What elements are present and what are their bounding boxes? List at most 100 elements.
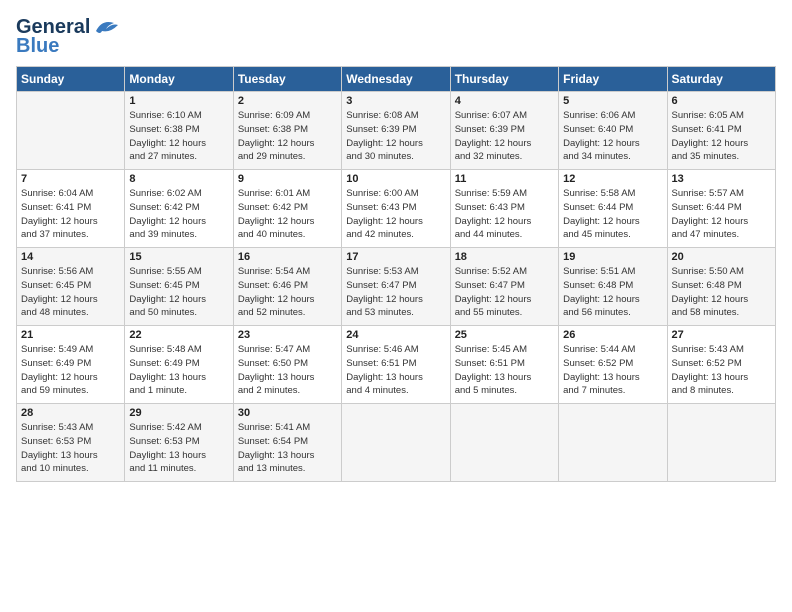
day-number: 29 <box>129 407 228 419</box>
cell-info: Sunrise: 5:52 AM Sunset: 6:47 PM Dayligh… <box>455 265 554 320</box>
calendar-cell <box>450 404 558 482</box>
day-number: 9 <box>238 173 337 185</box>
calendar-cell: 7 Sunrise: 6:04 AM Sunset: 6:41 PM Daylig… <box>17 170 125 248</box>
calendar-cell: 4 Sunrise: 6:07 AM Sunset: 6:39 PM Daylig… <box>450 92 558 170</box>
calendar-cell: 19 Sunrise: 5:51 AM Sunset: 6:48 PM Dayli… <box>559 248 667 326</box>
day-number: 5 <box>563 95 662 107</box>
calendar-cell: 11 Sunrise: 5:59 AM Sunset: 6:43 PM Dayli… <box>450 170 558 248</box>
day-number: 20 <box>672 251 771 263</box>
day-number: 13 <box>672 173 771 185</box>
cell-info: Sunrise: 5:43 AM Sunset: 6:53 PM Dayligh… <box>21 421 120 476</box>
day-number: 4 <box>455 95 554 107</box>
cell-info: Sunrise: 6:04 AM Sunset: 6:41 PM Dayligh… <box>21 187 120 242</box>
logo-bird-icon <box>92 17 120 39</box>
day-number: 15 <box>129 251 228 263</box>
calendar-cell: 10Sunrise: 6:00 AM Sunset: 6:43 PM Dayli… <box>342 170 450 248</box>
day-number: 11 <box>455 173 554 185</box>
calendar-header-row: SundayMondayTuesdayWednesdayThursdayFrid… <box>17 67 776 92</box>
day-header-wednesday: Wednesday <box>342 67 450 92</box>
cell-info: Sunrise: 5:58 AM Sunset: 6:44 PM Dayligh… <box>563 187 662 242</box>
cell-info: Sunrise: 6:05 AM Sunset: 6:41 PM Dayligh… <box>672 109 771 164</box>
cell-info: Sunrise: 5:47 AM Sunset: 6:50 PM Dayligh… <box>238 343 337 398</box>
calendar-cell: 25 Sunrise: 5:45 AM Sunset: 6:51 PM Dayli… <box>450 326 558 404</box>
cell-info: Sunrise: 5:50 AM Sunset: 6:48 PM Dayligh… <box>672 265 771 320</box>
day-number: 8 <box>129 173 228 185</box>
cell-info: Sunrise: 5:57 AM Sunset: 6:44 PM Dayligh… <box>672 187 771 242</box>
calendar-week-5: 28 Sunrise: 5:43 AM Sunset: 6:53 PM Dayli… <box>17 404 776 482</box>
day-number: 19 <box>563 251 662 263</box>
cell-info: Sunrise: 6:08 AM Sunset: 6:39 PM Dayligh… <box>346 109 445 164</box>
calendar-cell: 20 Sunrise: 5:50 AM Sunset: 6:48 PM Dayli… <box>667 248 775 326</box>
calendar-cell: 6Sunrise: 6:05 AM Sunset: 6:41 PM Daylig… <box>667 92 775 170</box>
calendar-week-4: 21 Sunrise: 5:49 AM Sunset: 6:49 PM Dayli… <box>17 326 776 404</box>
day-number: 30 <box>238 407 337 419</box>
day-number: 23 <box>238 329 337 341</box>
day-header-thursday: Thursday <box>450 67 558 92</box>
calendar-cell: 17 Sunrise: 5:53 AM Sunset: 6:47 PM Dayli… <box>342 248 450 326</box>
calendar-cell: 12 Sunrise: 5:58 AM Sunset: 6:44 PM Dayli… <box>559 170 667 248</box>
header: General Blue <box>16 16 776 58</box>
cell-info: Sunrise: 6:10 AM Sunset: 6:38 PM Dayligh… <box>129 109 228 164</box>
day-number: 16 <box>238 251 337 263</box>
day-number: 25 <box>455 329 554 341</box>
cell-info: Sunrise: 5:49 AM Sunset: 6:49 PM Dayligh… <box>21 343 120 398</box>
calendar-cell: 8 Sunrise: 6:02 AM Sunset: 6:42 PM Daylig… <box>125 170 233 248</box>
day-number: 27 <box>672 329 771 341</box>
logo-blue-text: Blue <box>16 35 59 58</box>
calendar-cell: 30 Sunrise: 5:41 AM Sunset: 6:54 PM Dayli… <box>233 404 341 482</box>
day-number: 26 <box>563 329 662 341</box>
day-header-saturday: Saturday <box>667 67 775 92</box>
calendar-week-3: 14 Sunrise: 5:56 AM Sunset: 6:45 PM Dayli… <box>17 248 776 326</box>
calendar-cell: 24Sunrise: 5:46 AM Sunset: 6:51 PM Dayli… <box>342 326 450 404</box>
calendar-cell: 27 Sunrise: 5:43 AM Sunset: 6:52 PM Dayli… <box>667 326 775 404</box>
page-container: General Blue SundayMondayTuesdayWednesda… <box>0 0 792 492</box>
cell-info: Sunrise: 5:56 AM Sunset: 6:45 PM Dayligh… <box>21 265 120 320</box>
cell-info: Sunrise: 6:07 AM Sunset: 6:39 PM Dayligh… <box>455 109 554 164</box>
calendar-cell: 14 Sunrise: 5:56 AM Sunset: 6:45 PM Dayli… <box>17 248 125 326</box>
day-number: 28 <box>21 407 120 419</box>
day-number: 24 <box>346 329 445 341</box>
cell-info: Sunrise: 5:43 AM Sunset: 6:52 PM Dayligh… <box>672 343 771 398</box>
day-header-sunday: Sunday <box>17 67 125 92</box>
day-number: 18 <box>455 251 554 263</box>
calendar-week-1: 1 Sunrise: 6:10 AM Sunset: 6:38 PM Daylig… <box>17 92 776 170</box>
day-number: 21 <box>21 329 120 341</box>
calendar-cell: 26Sunrise: 5:44 AM Sunset: 6:52 PM Dayli… <box>559 326 667 404</box>
cell-info: Sunrise: 6:09 AM Sunset: 6:38 PM Dayligh… <box>238 109 337 164</box>
cell-info: Sunrise: 6:01 AM Sunset: 6:42 PM Dayligh… <box>238 187 337 242</box>
calendar-cell: 15 Sunrise: 5:55 AM Sunset: 6:45 PM Dayli… <box>125 248 233 326</box>
logo: General Blue <box>16 16 120 58</box>
cell-info: Sunrise: 5:54 AM Sunset: 6:46 PM Dayligh… <box>238 265 337 320</box>
calendar-cell <box>17 92 125 170</box>
calendar-table: SundayMondayTuesdayWednesdayThursdayFrid… <box>16 66 776 482</box>
day-number: 7 <box>21 173 120 185</box>
calendar-cell: 18 Sunrise: 5:52 AM Sunset: 6:47 PM Dayli… <box>450 248 558 326</box>
day-number: 22 <box>129 329 228 341</box>
calendar-cell: 22 Sunrise: 5:48 AM Sunset: 6:49 PM Dayli… <box>125 326 233 404</box>
day-number: 2 <box>238 95 337 107</box>
cell-info: Sunrise: 5:41 AM Sunset: 6:54 PM Dayligh… <box>238 421 337 476</box>
calendar-cell: 23 Sunrise: 5:47 AM Sunset: 6:50 PM Dayli… <box>233 326 341 404</box>
cell-info: Sunrise: 5:53 AM Sunset: 6:47 PM Dayligh… <box>346 265 445 320</box>
cell-info: Sunrise: 5:45 AM Sunset: 6:51 PM Dayligh… <box>455 343 554 398</box>
day-number: 3 <box>346 95 445 107</box>
calendar-cell <box>342 404 450 482</box>
day-header-friday: Friday <box>559 67 667 92</box>
day-number: 12 <box>563 173 662 185</box>
cell-info: Sunrise: 5:51 AM Sunset: 6:48 PM Dayligh… <box>563 265 662 320</box>
cell-info: Sunrise: 5:55 AM Sunset: 6:45 PM Dayligh… <box>129 265 228 320</box>
cell-info: Sunrise: 5:59 AM Sunset: 6:43 PM Dayligh… <box>455 187 554 242</box>
calendar-cell: 5 Sunrise: 6:06 AM Sunset: 6:40 PM Daylig… <box>559 92 667 170</box>
calendar-week-2: 7 Sunrise: 6:04 AM Sunset: 6:41 PM Daylig… <box>17 170 776 248</box>
day-number: 17 <box>346 251 445 263</box>
calendar-cell: 3 Sunrise: 6:08 AM Sunset: 6:39 PM Daylig… <box>342 92 450 170</box>
day-number: 14 <box>21 251 120 263</box>
cell-info: Sunrise: 6:06 AM Sunset: 6:40 PM Dayligh… <box>563 109 662 164</box>
cell-info: Sunrise: 6:02 AM Sunset: 6:42 PM Dayligh… <box>129 187 228 242</box>
calendar-cell: 9 Sunrise: 6:01 AM Sunset: 6:42 PM Daylig… <box>233 170 341 248</box>
day-number: 1 <box>129 95 228 107</box>
calendar-cell: 2 Sunrise: 6:09 AM Sunset: 6:38 PM Daylig… <box>233 92 341 170</box>
cell-info: Sunrise: 5:48 AM Sunset: 6:49 PM Dayligh… <box>129 343 228 398</box>
calendar-cell: 13 Sunrise: 5:57 AM Sunset: 6:44 PM Dayli… <box>667 170 775 248</box>
calendar-cell: 1 Sunrise: 6:10 AM Sunset: 6:38 PM Daylig… <box>125 92 233 170</box>
